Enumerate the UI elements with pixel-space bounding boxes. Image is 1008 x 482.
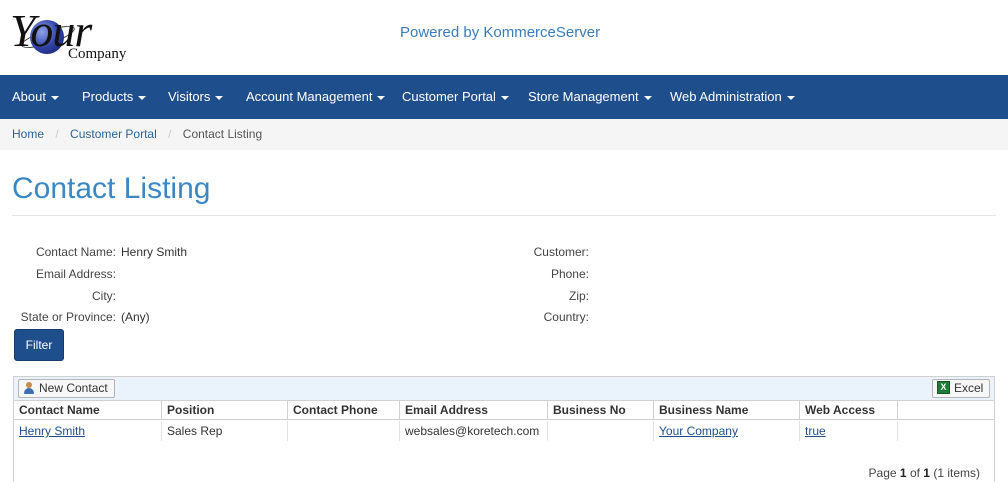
email-address-label: Email Address: xyxy=(35,267,116,281)
nav-account-management-label: Account Management xyxy=(246,89,373,104)
pager-items-count: (1 items) xyxy=(933,466,980,480)
country-label: Country: xyxy=(543,310,589,324)
nav-about[interactable]: About xyxy=(12,75,59,119)
cell-email: websales@koretech.com xyxy=(400,421,548,441)
excel-label: Excel xyxy=(954,381,984,395)
nav-visitors-label: Visitors xyxy=(168,89,211,104)
breadcrumb-customer-portal-link[interactable]: Customer Portal xyxy=(70,127,157,141)
nav-products-label: Products xyxy=(82,89,134,104)
contact-name-value[interactable]: Henry Smith xyxy=(121,245,187,259)
caret-down-icon xyxy=(643,95,652,100)
column-header-business-name[interactable]: Business Name xyxy=(654,401,800,420)
caret-down-icon xyxy=(50,95,59,100)
nav-customer-portal-label: Customer Portal xyxy=(402,89,496,104)
contact-name-label: Contact Name: xyxy=(35,245,116,259)
cell-web-access: true xyxy=(800,421,898,441)
new-contact-button[interactable]: New Contact xyxy=(18,379,115,398)
pager-total-pages: 1 xyxy=(923,466,930,480)
zip-label: Zip: xyxy=(568,289,589,303)
caret-down-icon xyxy=(377,95,386,100)
city-label: City: xyxy=(92,289,116,303)
page-title: Contact Listing xyxy=(12,172,211,205)
company-logo[interactable]: Your Company xyxy=(10,4,150,66)
excel-icon: X xyxy=(937,381,950,395)
nav-about-label: About xyxy=(12,89,46,104)
user-add-icon xyxy=(23,381,35,394)
nav-customer-portal[interactable]: Customer Portal xyxy=(402,75,509,119)
customer-label: Customer: xyxy=(533,245,589,259)
nav-store-management-label: Store Management xyxy=(528,89,639,104)
cell-business-name: Your Company xyxy=(654,421,800,441)
pager-of: of xyxy=(909,466,920,480)
column-header-business-no[interactable]: Business No xyxy=(548,401,654,420)
breadcrumb-separator: / xyxy=(55,127,59,141)
breadcrumb: Home / Customer Portal / Contact Listing xyxy=(0,119,1008,150)
phone-label: Phone: xyxy=(550,267,589,281)
main-navbar: About Products Visitors Account Manageme… xyxy=(0,75,1008,119)
web-access-link[interactable]: true xyxy=(805,424,826,438)
caret-down-icon xyxy=(215,95,224,100)
export-excel-button[interactable]: X Excel xyxy=(932,379,991,398)
nav-store-management[interactable]: Store Management xyxy=(528,75,652,119)
grid-header-row: Contact Name Position Contact Phone Emai… xyxy=(14,401,994,420)
caret-down-icon xyxy=(138,95,147,100)
filter-button[interactable]: Filter xyxy=(14,329,64,361)
grid-toolbar: New Contact X Excel xyxy=(14,377,994,401)
column-header-position[interactable]: Position xyxy=(162,401,288,420)
logo-company-text: Company xyxy=(68,46,127,62)
nav-web-administration-label: Web Administration xyxy=(670,89,782,104)
nav-products[interactable]: Products xyxy=(82,75,147,119)
cell-position: Sales Rep xyxy=(162,421,288,441)
breadcrumb-home-link[interactable]: Home xyxy=(12,127,44,141)
contact-name-link[interactable]: Henry Smith xyxy=(19,424,85,438)
column-header-contact-phone[interactable]: Contact Phone xyxy=(288,401,400,420)
cell-business-no xyxy=(548,421,654,441)
breadcrumb-separator: / xyxy=(168,127,172,141)
state-label: State or Province: xyxy=(20,310,116,324)
powered-by-text: Powered by KommerceServer xyxy=(400,24,601,41)
caret-down-icon xyxy=(786,95,795,100)
grid-pager: Page 1 of 1 (1 items) xyxy=(869,466,980,480)
pager-current-page: 1 xyxy=(899,466,907,480)
cell-contact-phone xyxy=(288,421,400,441)
column-header-contact-name[interactable]: Contact Name xyxy=(14,401,162,420)
title-divider xyxy=(12,215,996,216)
site-header: Your Company Powered by KommerceServer xyxy=(0,0,1008,75)
business-name-link[interactable]: Your Company xyxy=(659,424,738,438)
breadcrumb-current: Contact Listing xyxy=(182,127,263,141)
new-contact-label: New Contact xyxy=(39,381,108,395)
nav-web-administration[interactable]: Web Administration xyxy=(670,75,795,119)
contacts-grid: New Contact X Excel Contact Name Position… xyxy=(13,376,995,482)
table-row: Henry Smith Sales Rep websales@koretech.… xyxy=(14,421,994,441)
column-header-email-address[interactable]: Email Address xyxy=(400,401,548,420)
pager-prefix: Page xyxy=(868,466,897,480)
nav-visitors[interactable]: Visitors xyxy=(168,75,224,119)
cell-contact-name: Henry Smith xyxy=(14,421,162,441)
column-header-web-access[interactable]: Web Access xyxy=(800,401,898,420)
caret-down-icon xyxy=(500,95,509,100)
state-value[interactable]: (Any) xyxy=(121,310,150,324)
nav-account-management[interactable]: Account Management xyxy=(246,75,386,119)
